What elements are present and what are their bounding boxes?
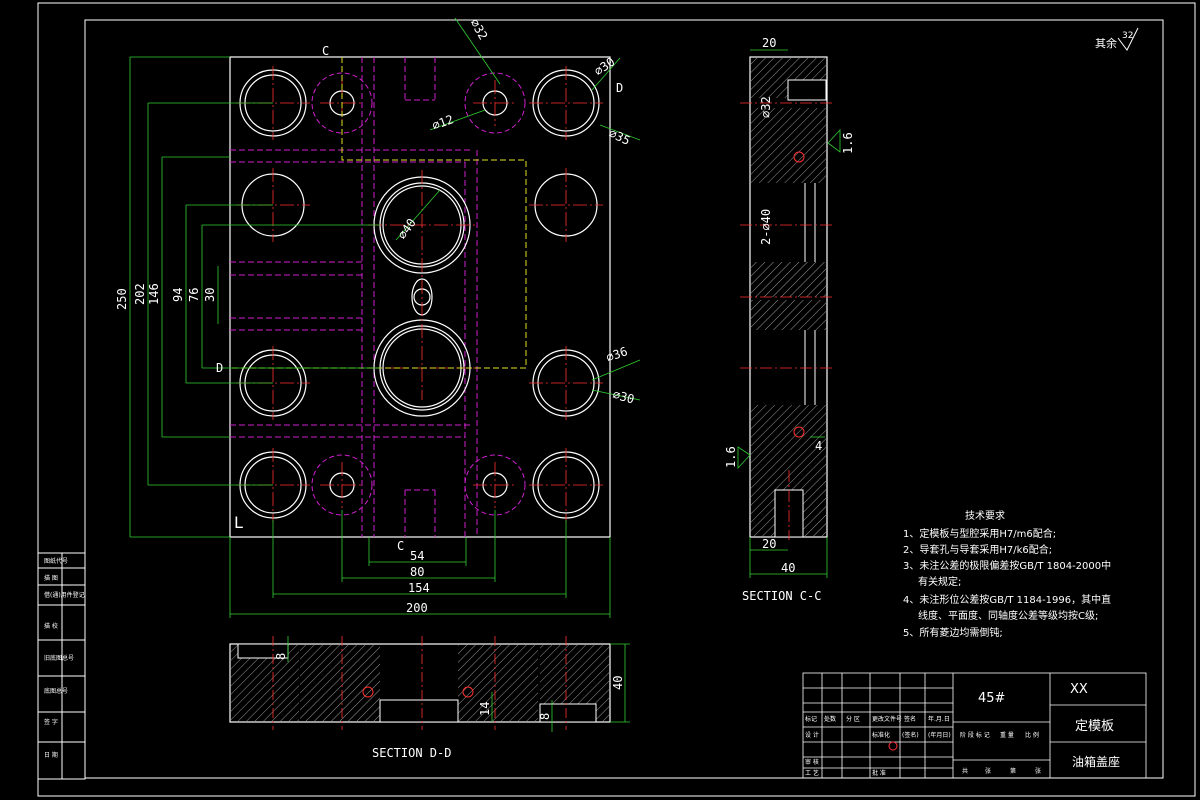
tb-nth: 第 <box>1010 767 1016 775</box>
tb-header-count: 处数 <box>824 715 836 723</box>
section-mark-d-left: D <box>216 361 223 375</box>
assembly-name: 油箱盖座 <box>1072 754 1120 769</box>
plate-outline <box>229 56 611 538</box>
dim-94: 94 <box>171 288 185 302</box>
callout-d12: ∅12 <box>430 112 455 133</box>
tech-title: 技术要求 <box>965 509 1005 522</box>
dim-200: 200 <box>406 601 428 615</box>
dd-title: SECTION D-D <box>372 746 451 760</box>
tb-header-mark: 标记 <box>805 715 817 723</box>
callout-d40: ∅40 <box>395 216 419 242</box>
cc-dim-d32: ∅32 <box>759 96 773 118</box>
tb-total: 共 <box>962 767 968 775</box>
dim-154: 154 <box>408 581 430 595</box>
cc-roughness-left: 1.6 <box>724 446 738 468</box>
tech-line-4: 有关规定; <box>918 575 961 588</box>
dim-146: 146 <box>147 283 161 305</box>
strip-label-base: 底图总号 <box>44 687 68 695</box>
strip-label-drawing-code: 图纸代号 <box>44 557 68 565</box>
strip-label-old: 旧底图总号 <box>44 654 74 662</box>
main-view: 250 202 146 94 76 30 54 80 154 200 ∅32 ∅… <box>115 17 641 618</box>
tb-header-sign: 签名 <box>904 715 916 723</box>
tb-sheet-1: 张 <box>985 767 991 775</box>
tb-row-process: 工 艺 <box>805 769 819 777</box>
cc-dim-2d40: 2-∅40 <box>759 209 773 245</box>
dim-250: 250 <box>115 288 129 310</box>
tb-header-date: 年.月.日 <box>928 715 950 723</box>
section-mark-d-right: D <box>616 81 623 95</box>
company-name: XX <box>1070 682 1088 697</box>
projection-symbol <box>888 741 898 751</box>
section-mark-c-top: C <box>322 44 329 58</box>
tb-weight: 重 量 <box>1000 731 1014 739</box>
callout-d36: ∅36 <box>604 344 629 365</box>
tech-line-3: 3、未注公差的极限偏差按GB/T 1804-2000中 <box>903 559 1111 572</box>
tb-row-review: 审 核 <box>805 758 819 766</box>
callout-d30-bottom: ∅30 <box>611 387 636 406</box>
strip-label-trace: 描 图 <box>44 574 58 582</box>
cc-title: SECTION C-C <box>742 589 821 603</box>
tb-approve: 批 准 <box>872 769 886 777</box>
tb-scale: 比 例 <box>1025 731 1039 739</box>
tb-row-design: 设 计 <box>805 731 819 739</box>
tech-line-6: 线度、平面度、同轴度公差等级均按C级; <box>918 609 1098 622</box>
part-name: 定模板 <box>1075 719 1114 734</box>
cc-dim-20-top: 20 <box>762 36 776 50</box>
dim-76: 76 <box>187 288 201 302</box>
dim-202: 202 <box>133 283 147 305</box>
section-cc: 20 ∅32 2-∅40 20 40 1.6 1.6 4 SECTION C-C <box>724 36 855 603</box>
tb-header-file: 更改文件号 <box>872 715 902 723</box>
dd-dim-8-top: 8 <box>274 653 288 660</box>
tech-line-2: 2、导套孔与导套采用H7/k6配合; <box>903 543 1052 556</box>
section-mark-c-bottom: C <box>397 539 404 553</box>
dd-dim-40: 40 <box>611 676 625 690</box>
dim-54: 54 <box>410 549 424 563</box>
dim-80: 80 <box>410 565 424 579</box>
tb-header-zone: 分 区 <box>846 715 860 723</box>
tech-line-1: 1、定模板与型腔采用H7/m6配合; <box>903 527 1056 540</box>
tb-std: 标准化 <box>872 731 890 739</box>
cc-dim-20-bottom: 20 <box>762 537 776 551</box>
strip-label-date: 日 期 <box>44 751 58 759</box>
tech-line-7: 5、所有菱边均需倒钝; <box>903 626 1003 639</box>
tech-line-5: 4、未注形位公差按GB/T 1184-1996，其中直 <box>903 593 1111 606</box>
dd-dim-14: 14 <box>478 702 492 716</box>
callout-d30-top: ∅30 <box>592 55 618 79</box>
dim-30: 30 <box>203 288 217 302</box>
roughness-label: 其余 <box>1095 36 1117 50</box>
tb-date: (年月日) <box>928 731 951 739</box>
strip-label-check: 描 校 <box>44 622 58 630</box>
tb-sign: (签名) <box>902 731 919 739</box>
material: 45# <box>978 691 1005 706</box>
section-dd: 8 40 14 8 SECTION D-D <box>229 636 630 760</box>
cc-dim-4: 4 <box>815 439 822 453</box>
tb-stage: 阶 段 标 记 <box>960 731 990 739</box>
strip-label-reg: 借(通)用件登记 <box>44 591 85 599</box>
cc-roughness-right: 1.6 <box>841 132 855 154</box>
corner-mark: L <box>234 513 243 532</box>
tech-requirements: 技术要求 1、定模板与型腔采用H7/m6配合; 2、导套孔与导套采用H7/k6配… <box>903 509 1111 639</box>
cad-drawing: 图纸代号 描 图 借(通)用件登记 描 校 旧底图总号 底图总号 签 字 日 期… <box>37 2 1196 797</box>
left-strip <box>37 552 86 780</box>
strip-label-sign: 签 字 <box>44 718 58 726</box>
dd-dim-8-bottom: 8 <box>538 713 552 720</box>
cc-dim-40: 40 <box>781 561 795 575</box>
tb-sheet-2: 张 <box>1035 767 1041 775</box>
